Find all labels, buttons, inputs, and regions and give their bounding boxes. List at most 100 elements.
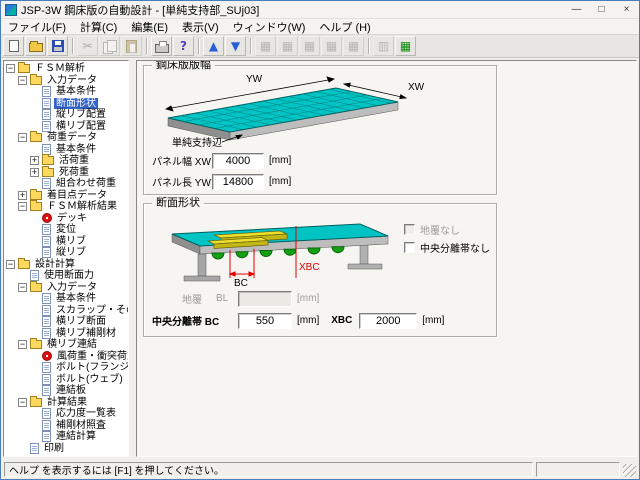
tree-item[interactable]: − 入力データ: [4, 73, 128, 87]
tree-item[interactable]: 基本条件: [4, 143, 128, 156]
toolbar-separator: [146, 38, 147, 54]
folder-icon: [30, 200, 42, 212]
curb-bl-input: [238, 290, 292, 307]
curb-bl-label: BL: [216, 293, 229, 304]
tree-item[interactable]: + 着目点データ: [4, 188, 128, 202]
tree-item[interactable]: 横リブ: [4, 235, 128, 248]
tree-expander-minus-icon[interactable]: −: [18, 340, 27, 350]
tree-item[interactable]: − 荷重データ: [4, 131, 128, 144]
panel-length-input[interactable]: [212, 173, 264, 190]
curb-none-checkbox-row: 地覆なし: [404, 222, 460, 237]
tree-item[interactable]: − ＦＳＭ解析: [4, 62, 128, 75]
status-extra-panel: [536, 461, 620, 477]
panel-width-row: パネル幅 XW [mm]: [152, 152, 291, 169]
tree-item[interactable]: − 入力データ: [4, 280, 128, 294]
tree-item[interactable]: 組合わせ荷重: [4, 178, 128, 190]
tree-item[interactable]: 基本条件: [4, 86, 128, 98]
menu-item-0[interactable]: ファイル(F): [1, 19, 73, 35]
curb-none-checkbox[interactable]: [404, 224, 415, 235]
menu-item-1[interactable]: 計算(C): [73, 19, 124, 35]
toolbar: ✂? ▲ ▼ ▦ ▦ ▦ ▦ ▦ ▥ ▦: [1, 35, 639, 58]
tree: − ＦＳＭ解析 − 入力データ 基本条件 断面形状 縦リブ配置 横リブ配置 − 荷重データ 基本条件…: [3, 60, 129, 457]
document-icon: [42, 86, 51, 98]
tree-item[interactable]: 横リブ断面: [4, 316, 128, 328]
section-shape-group-title: 断面形状: [152, 196, 204, 210]
tree-expander-minus-icon[interactable]: −: [18, 282, 27, 292]
print-button[interactable]: [151, 36, 172, 56]
tree-item[interactable]: 横リブ配置: [4, 120, 128, 133]
curb-none-checkbox-label: 地覆なし: [420, 226, 460, 237]
median-none-checkbox[interactable]: [404, 242, 415, 253]
tree-item[interactable]: デッキ: [4, 213, 128, 225]
maximize-button[interactable]: □: [589, 1, 614, 18]
document-icon: [42, 362, 51, 374]
tree-expander-minus-icon[interactable]: −: [18, 202, 27, 212]
tree-item[interactable]: 縦リブ配置: [4, 109, 128, 121]
tree-item-label: スカラップ・その他欠損: [56, 304, 128, 316]
tree-item[interactable]: 使用断面力: [4, 270, 128, 282]
tree-item[interactable]: 応力度一覧表: [4, 408, 128, 420]
move-up-button[interactable]: ▲: [203, 36, 224, 56]
tree-item[interactable]: + 死荷重: [4, 165, 128, 179]
document-icon: [42, 431, 51, 443]
tree-item[interactable]: − 計算結果: [4, 395, 128, 409]
tree-item-label: 縦リブ配置: [56, 109, 106, 121]
folder-icon: [42, 154, 54, 166]
menu-item-5[interactable]: ヘルプ (H): [312, 19, 377, 35]
resize-grip[interactable]: [623, 464, 636, 477]
tree-item[interactable]: − 横リブ連結: [4, 338, 128, 351]
tree-item[interactable]: ボルト(ウェブ): [4, 373, 128, 386]
median-xbc-input[interactable]: [359, 312, 418, 329]
move-down-button[interactable]: ▼: [225, 36, 246, 56]
tree-expander-minus-icon[interactable]: −: [18, 75, 27, 85]
curb-row: 地覆 BL [mm]: [182, 290, 319, 307]
panel-width-input[interactable]: [212, 152, 264, 169]
menu-item-2[interactable]: 編集(E): [124, 19, 175, 35]
document-icon: [42, 408, 51, 420]
tree-expander-minus-icon[interactable]: −: [18, 133, 27, 143]
tree-expander-plus-icon[interactable]: +: [30, 156, 39, 166]
tree-item-label: 横リブ: [56, 235, 86, 247]
menu-item-3[interactable]: 表示(V): [175, 19, 226, 35]
result-table-button[interactable]: ▦: [395, 36, 416, 56]
tree-item[interactable]: ボルト(フランジ): [4, 362, 128, 374]
tree-item[interactable]: 横リブ補剛材: [4, 327, 128, 340]
folder-icon: [30, 131, 42, 143]
tree-expander-minus-icon[interactable]: −: [18, 397, 27, 407]
close-button[interactable]: ×: [614, 1, 639, 18]
tree-item[interactable]: 風荷重・衝突荷重: [4, 351, 128, 363]
folder-icon: [30, 338, 42, 350]
new-button[interactable]: [3, 36, 24, 56]
form-panel: 鋼床版版幅 YW XW 単純支持辺 パネル幅 XW 4000 [mm] パネル長…: [136, 60, 637, 457]
tree-item[interactable]: 連結板: [4, 385, 128, 397]
tree-item[interactable]: スカラップ・その他欠損: [4, 304, 128, 317]
tree-item[interactable]: 印刷: [4, 442, 128, 455]
save-button[interactable]: [47, 36, 68, 56]
tree-item[interactable]: − ＦＳＭ解析結果: [4, 200, 128, 213]
tree-expander-minus-icon[interactable]: −: [6, 64, 15, 74]
tree-item[interactable]: + 活荷重: [4, 154, 128, 167]
tree-item[interactable]: 変位: [4, 224, 128, 236]
copy-button: [99, 36, 120, 56]
menu-item-4[interactable]: ウィンドウ(W): [226, 19, 313, 35]
tree-expander-plus-icon[interactable]: +: [30, 167, 39, 177]
minimize-button[interactable]: —: [564, 1, 589, 18]
tree-item[interactable]: 連結計算: [4, 431, 128, 443]
tree-item[interactable]: − 設計計算: [4, 257, 128, 271]
median-bc-input[interactable]: [238, 312, 292, 329]
new-icon: [8, 40, 19, 52]
tree-item[interactable]: 補剛材照査: [4, 419, 128, 432]
tree-item-label: ＦＳＭ解析結果: [47, 201, 117, 213]
splitter[interactable]: [129, 60, 136, 457]
menubar: ファイル(F) 計算(C) 編集(E) 表示(V) ウィンドウ(W) ヘルプ (H): [1, 19, 639, 35]
tree-item-label: 組合わせ荷重: [56, 178, 116, 190]
open-button[interactable]: [25, 36, 46, 56]
tree-item[interactable]: 断面形状: [4, 97, 128, 110]
help-button[interactable]: ?: [173, 36, 194, 56]
tree-item[interactable]: 基本条件: [4, 293, 128, 305]
alert-icon: [42, 213, 52, 224]
section-3d-drawing: [171, 223, 389, 282]
panel-width-unit: [mm]: [269, 155, 292, 166]
tree-expander-minus-icon[interactable]: −: [6, 259, 15, 269]
tree-expander-plus-icon[interactable]: +: [18, 190, 27, 200]
